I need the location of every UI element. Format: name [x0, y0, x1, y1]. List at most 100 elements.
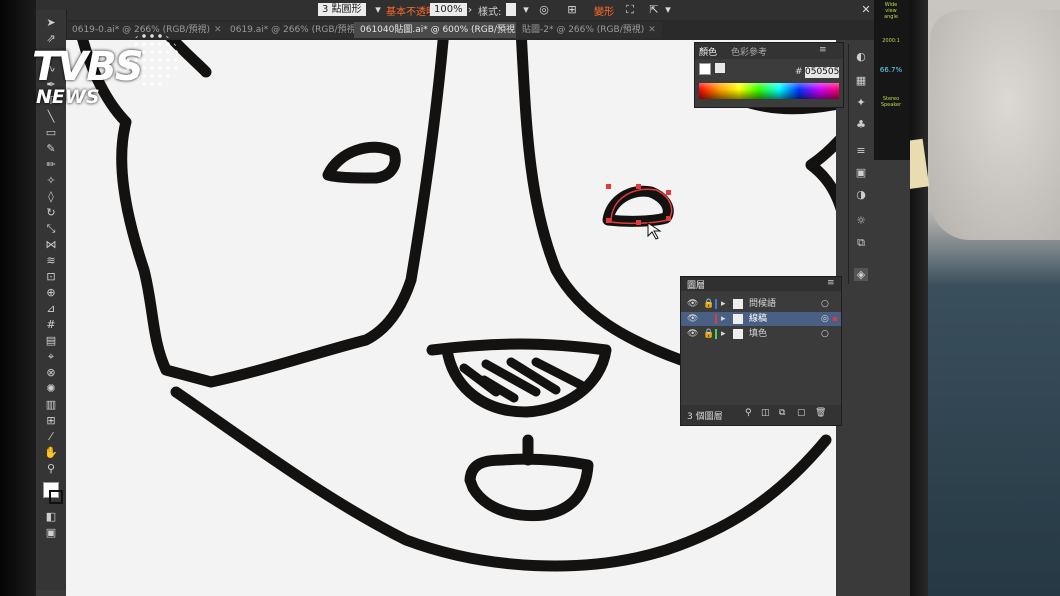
brush-tool-icon[interactable]: ✎ [43, 142, 59, 155]
selection-tool-icon[interactable]: ➤ [43, 16, 59, 29]
layers-footer: 3 個圖層 ⚲ ◫ ⧉ ▢ 🗑 [681, 405, 841, 425]
tvbs-logo: TVBS NEWS [32, 32, 192, 110]
dropdown-icon[interactable]: ▾ [662, 4, 674, 16]
new-sublayer-icon[interactable]: ⧉ [779, 408, 785, 418]
percent-badge: 66.7% [879, 66, 903, 74]
zoom-field[interactable]: 100% [430, 3, 467, 16]
brushes-icon[interactable]: ✦ [854, 96, 868, 109]
artboard-tool-icon[interactable]: ⊞ [43, 414, 59, 427]
monitor-side-panel: Wide view angle 2000:1 66.7% Stereo Spea… [874, 0, 910, 160]
stroke-swatch[interactable] [49, 490, 63, 504]
lock-icon[interactable]: 🔒 [703, 297, 714, 311]
layer-row-selected[interactable]: 👁 ▸ 線稿 ◎ [681, 312, 841, 326]
layers-title: 圖層 [687, 281, 706, 291]
style-swatch[interactable] [506, 3, 516, 16]
doc-tab[interactable]: 貼圖-2* @ 266% (RGB/預視) ✕ [516, 22, 662, 38]
isolate-icon[interactable]: ⛶ [624, 4, 636, 16]
white-swatch[interactable] [715, 63, 725, 73]
color-spectrum[interactable] [699, 83, 839, 99]
panel-menu-icon[interactable]: ≡ [827, 278, 835, 288]
stroke-icon[interactable]: ≡ [854, 144, 868, 157]
graph-tool-icon[interactable]: ▥ [43, 398, 59, 411]
recolor-icon[interactable]: ◎ [538, 4, 550, 16]
hand-tool-icon[interactable]: ✋ [43, 446, 59, 459]
layer-thumbnail [733, 329, 743, 339]
layer-color-bar [715, 314, 717, 324]
screen-mode-icon[interactable]: ▣ [43, 526, 59, 539]
transform-link[interactable]: 變形 [594, 3, 614, 18]
target-icon[interactable]: ○ [821, 327, 829, 341]
pencil-tool-icon[interactable]: ✏ [43, 158, 59, 171]
transparency-icon[interactable]: ◑ [854, 188, 868, 201]
symbols-icon[interactable]: ♣ [854, 118, 868, 131]
appearance-icon[interactable]: ☼ [854, 214, 868, 227]
monitor-bezel-right [910, 0, 928, 596]
target-icon[interactable]: ○ [821, 297, 829, 311]
gradient-icon[interactable]: ▣ [854, 166, 868, 179]
contrast-badge: 2000:1 [882, 38, 900, 44]
doc-tab-active[interactable]: 061040貼圖.ai* @ 600% (RGB/預視)✕ [354, 22, 537, 38]
hex-input[interactable]: 050505 [805, 67, 839, 78]
zoom-tool-icon[interactable]: ⚲ [43, 462, 59, 475]
layer-name: 填色 [749, 329, 768, 339]
speaker-badge: Stereo Speaker [880, 96, 902, 108]
shaper-tool-icon[interactable]: ✧ [43, 174, 59, 187]
layer-name: 問候語 [749, 299, 777, 309]
chevron-right-icon[interactable]: › [464, 4, 476, 16]
wide-view-badge: Wide view angle [884, 2, 898, 20]
tab-color[interactable]: 顏色 [699, 45, 717, 58]
dot-pattern [124, 32, 180, 88]
width-tool-icon[interactable]: ⋈ [43, 238, 59, 251]
warp-tool-icon[interactable]: ≋ [43, 254, 59, 267]
visibility-icon[interactable]: 👁 [687, 327, 698, 341]
gradient-tool-icon[interactable]: ▤ [43, 334, 59, 347]
blend-tool-icon[interactable]: ⊗ [43, 366, 59, 379]
color-panel: 顏色 色彩參考 ≡ # 050505 [694, 42, 844, 108]
visibility-icon[interactable]: 👁 [687, 297, 698, 311]
rectangle-tool-icon[interactable]: ▭ [43, 126, 59, 139]
mesh-tool-icon[interactable]: # [43, 318, 59, 331]
perspective-tool-icon[interactable]: ⊿ [43, 302, 59, 315]
layers-panel-icon[interactable]: ◈ [854, 268, 868, 281]
shape-builder-tool-icon[interactable]: ⊕ [43, 286, 59, 299]
lock-icon[interactable]: 🔒 [703, 327, 714, 341]
monitor-bezel-left [0, 0, 36, 596]
drawing-mode-icon[interactable]: ◧ [43, 510, 59, 523]
expand-icon[interactable]: ▸ [721, 312, 726, 326]
symbol-tool-icon[interactable]: ✺ [43, 382, 59, 395]
panel-menu-icon[interactable]: ≡ [819, 45, 827, 55]
clipping-mask-icon[interactable]: ◫ [761, 408, 770, 418]
layer-row[interactable]: 👁 🔒 ▸ 填色 ○ [681, 327, 841, 341]
layer-name: 線稿 [749, 314, 768, 324]
locate-object-icon[interactable]: ⚲ [745, 408, 752, 418]
layer-color-bar [715, 299, 717, 309]
none-swatch[interactable] [699, 63, 711, 75]
scale-tool-icon[interactable]: ⤡ [43, 222, 59, 235]
expand-icon[interactable]: ▸ [721, 327, 726, 341]
slice-tool-icon[interactable]: ⁄ [43, 430, 59, 443]
tab-color-guide[interactable]: 色彩參考 [731, 45, 767, 58]
free-transform-tool-icon[interactable]: ⊡ [43, 270, 59, 283]
color-panel-icon[interactable]: ◐ [854, 50, 868, 63]
dropdown-icon[interactable]: ▾ [372, 4, 384, 16]
graphic-styles-icon[interactable]: ⧉ [854, 236, 868, 249]
background-cushion [930, 10, 1060, 240]
shape-select[interactable]: 3 點圓形 [318, 3, 366, 16]
arrange-icon[interactable]: ⇱ [648, 4, 660, 16]
expand-icon[interactable]: ▸ [721, 297, 726, 311]
layer-row[interactable]: 👁 🔒 ▸ 問候語 ○ [681, 297, 841, 311]
eraser-tool-icon[interactable]: ◊ [43, 190, 59, 203]
dropdown-icon[interactable]: ▾ [520, 4, 532, 16]
panel-dock: ◐ ▦ ✦ ♣ ≡ ▣ ◑ ☼ ⧉ ◈ [848, 44, 873, 284]
new-layer-icon[interactable]: ▢ [797, 408, 806, 418]
target-icon[interactable]: ◎ [821, 312, 829, 326]
layer-count: 3 個圖層 [687, 412, 723, 422]
line-tool-icon[interactable]: ╲ [43, 110, 59, 123]
align-icon[interactable]: ⊞ [566, 4, 578, 16]
visibility-icon[interactable]: 👁 [687, 312, 698, 326]
swatches-icon[interactable]: ▦ [854, 74, 868, 87]
close-icon[interactable]: ✕ [860, 4, 872, 16]
trash-icon[interactable]: 🗑 [815, 408, 826, 418]
eyedropper-tool-icon[interactable]: ⌖ [43, 350, 59, 363]
rotate-tool-icon[interactable]: ↻ [43, 206, 59, 219]
